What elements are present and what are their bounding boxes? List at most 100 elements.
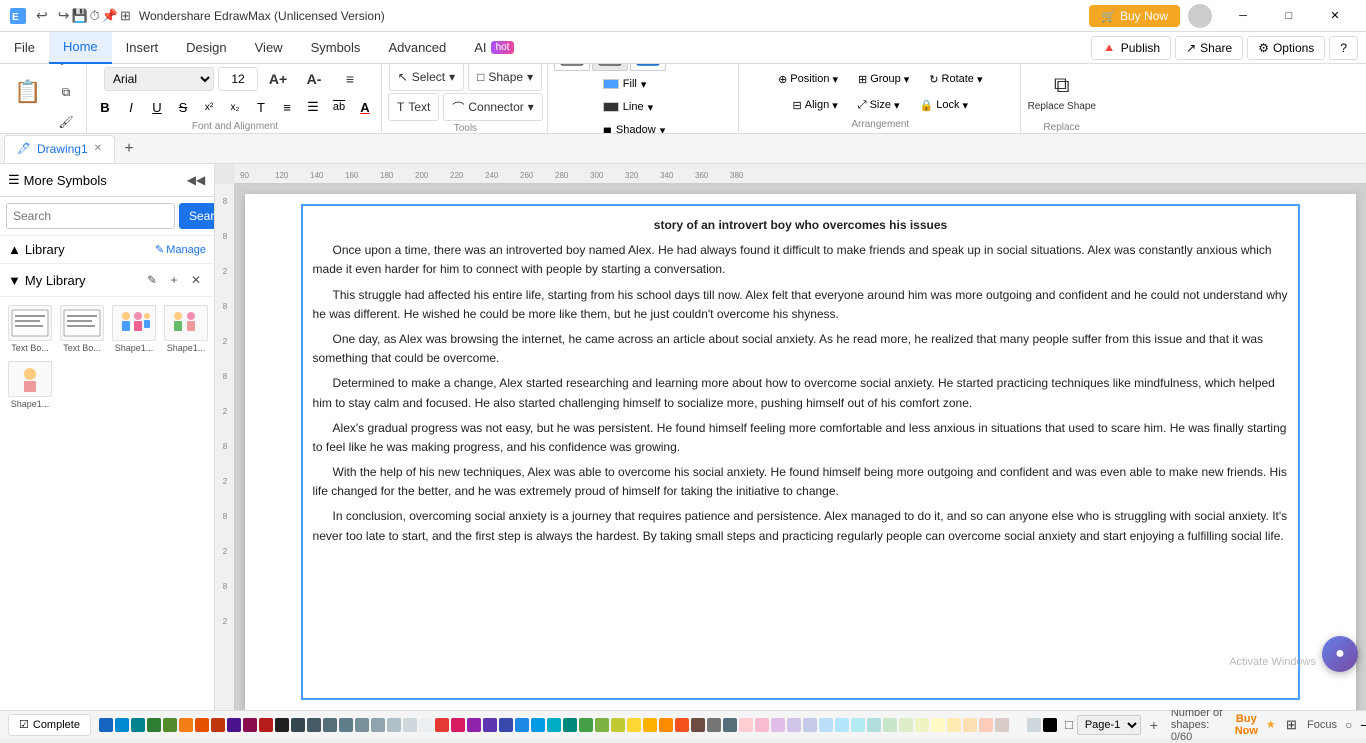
lock-button[interactable]: 🔒 Lock▾ xyxy=(912,93,976,117)
paste-button[interactable]: 📋 xyxy=(8,72,48,112)
color-swatch[interactable] xyxy=(659,718,673,732)
expand-button[interactable]: ⊞ xyxy=(120,7,131,24)
color-swatch[interactable] xyxy=(819,718,833,732)
fill-button[interactable]: Fill ▾ xyxy=(599,73,689,95)
color-swatch[interactable] xyxy=(1027,718,1041,732)
list-item[interactable]: Text Bo... xyxy=(6,303,54,355)
size-button[interactable]: ⤢ Size▾ xyxy=(850,93,908,117)
color-swatch[interactable] xyxy=(547,718,561,732)
color-swatch[interactable] xyxy=(403,718,417,732)
buy-now-button[interactable]: 🛒 Buy Now xyxy=(1089,5,1180,27)
font-color-button[interactable]: A xyxy=(353,95,377,119)
tab-close-button[interactable]: ✕ xyxy=(94,144,102,154)
page-select[interactable]: Page-1 xyxy=(1077,715,1141,735)
select-button[interactable]: ↖ Select ▾ xyxy=(389,64,464,91)
superscript-button[interactable]: x² xyxy=(197,95,221,119)
menu-advanced[interactable]: Advanced xyxy=(374,32,460,64)
tab-drawing1[interactable]: 🖊 Drawing1 ✕ xyxy=(4,135,115,163)
color-swatch[interactable] xyxy=(211,718,225,732)
color-swatch[interactable] xyxy=(611,718,625,732)
color-swatch[interactable] xyxy=(995,718,1009,732)
color-swatch[interactable] xyxy=(483,718,497,732)
color-swatch[interactable] xyxy=(451,718,465,732)
color-swatch[interactable] xyxy=(979,718,993,732)
my-library-add-button[interactable]: + xyxy=(164,270,184,290)
canvas-content[interactable]: story of an introvert boy who overcomes … xyxy=(235,184,1366,710)
list-item[interactable]: Shape1... xyxy=(6,359,54,411)
connector-button[interactable]: ⌒ Connector ▾ xyxy=(443,93,542,121)
color-swatch[interactable] xyxy=(579,718,593,732)
color-swatch[interactable] xyxy=(163,718,177,732)
color-swatch[interactable] xyxy=(691,718,705,732)
color-swatch[interactable] xyxy=(147,718,161,732)
color-swatch[interactable] xyxy=(739,718,753,732)
subscript-button[interactable]: x₂ xyxy=(223,95,247,119)
close-button[interactable]: ✕ xyxy=(1312,0,1358,32)
line-button[interactable]: Line ▾ xyxy=(599,96,689,118)
format-copy-button[interactable]: 🖌 xyxy=(50,108,82,134)
color-swatch[interactable] xyxy=(1011,718,1025,732)
ab-button[interactable]: ab xyxy=(327,95,351,119)
shadow-button[interactable]: ◼ Shadow ▾ xyxy=(599,119,689,134)
color-swatch[interactable] xyxy=(915,718,929,732)
color-swatch[interactable] xyxy=(195,718,209,732)
shape-button[interactable]: □ Shape ▾ xyxy=(468,64,542,91)
add-page-button[interactable]: + xyxy=(1145,716,1163,734)
cut-button[interactable]: ✂ xyxy=(50,64,82,76)
color-swatch[interactable] xyxy=(931,718,945,732)
my-library-close-button[interactable]: ✕ xyxy=(186,270,206,290)
list-item[interactable]: Text Bo... xyxy=(58,303,106,355)
position-button[interactable]: ⊕ Position▾ xyxy=(770,67,846,91)
list-item[interactable]: Shape1... xyxy=(162,303,210,355)
canvas-text-box[interactable]: story of an introvert boy who overcomes … xyxy=(301,204,1301,700)
menu-design[interactable]: Design xyxy=(172,32,240,64)
statusbar-buy-now-button[interactable]: Buy Now xyxy=(1235,713,1258,737)
replace-shape-button[interactable]: ⧉ Replace Shape xyxy=(1027,64,1097,120)
library-header[interactable]: ▲ Library ✎ Manage xyxy=(0,236,214,263)
color-swatch[interactable] xyxy=(99,718,113,732)
styles-expand-down[interactable]: ▼ xyxy=(702,64,734,71)
underline-button[interactable]: U xyxy=(145,95,169,119)
line-spacing-button[interactable]: ≡ xyxy=(275,95,299,119)
grow-font-button[interactable]: A+ xyxy=(262,65,294,93)
color-swatch[interactable] xyxy=(723,718,737,732)
menu-home[interactable]: Home xyxy=(49,32,112,64)
pin-button[interactable]: 📌 xyxy=(102,7,118,24)
save-button[interactable]: 💾 xyxy=(71,7,87,24)
color-swatch[interactable] xyxy=(963,718,977,732)
align-button[interactable]: ⊟ Align▾ xyxy=(785,93,846,117)
search-button[interactable]: Search xyxy=(179,203,215,229)
italic-button[interactable]: I xyxy=(119,95,143,119)
styles-expand-up[interactable]: ▲ xyxy=(668,64,700,71)
menu-ai[interactable]: AI hot xyxy=(460,32,528,64)
color-swatch[interactable] xyxy=(323,718,337,732)
color-swatch[interactable] xyxy=(899,718,913,732)
font-size-input[interactable] xyxy=(218,67,258,91)
group-button[interactable]: ⊞ Group▾ xyxy=(850,67,917,91)
zoom-out-button[interactable]: − xyxy=(1360,717,1366,733)
style-preset-3[interactable]: Abc xyxy=(630,64,666,71)
color-swatch[interactable] xyxy=(563,718,577,732)
bold-button[interactable]: B xyxy=(93,95,117,119)
panel-collapse-button[interactable]: ◀◀ xyxy=(186,170,206,190)
canvas-area[interactable]: // Ruler ticks drawn via CSS/SVG inline … xyxy=(215,164,1366,710)
maximize-button[interactable]: □ xyxy=(1266,0,1312,32)
text-style-button[interactable]: T xyxy=(249,95,273,119)
color-swatch[interactable] xyxy=(243,718,257,732)
chatbot-button[interactable]: ● xyxy=(1322,636,1358,672)
color-swatch[interactable] xyxy=(467,718,481,732)
rotate-button[interactable]: ↻ Rotate▾ xyxy=(921,67,990,91)
color-swatch[interactable] xyxy=(867,718,881,732)
publish-button[interactable]: 🔺 Publish xyxy=(1091,36,1171,60)
undo-button[interactable]: ↩ xyxy=(36,7,48,24)
color-swatch[interactable] xyxy=(835,718,849,732)
menu-file[interactable]: File xyxy=(0,32,49,64)
color-swatch[interactable] xyxy=(387,718,401,732)
search-input[interactable] xyxy=(6,203,175,229)
color-swatch[interactable] xyxy=(291,718,305,732)
color-swatch[interactable] xyxy=(371,718,385,732)
align-button[interactable]: ≡ xyxy=(334,65,366,93)
color-swatch[interactable] xyxy=(707,718,721,732)
color-swatch[interactable] xyxy=(803,718,817,732)
color-swatch[interactable] xyxy=(131,718,145,732)
